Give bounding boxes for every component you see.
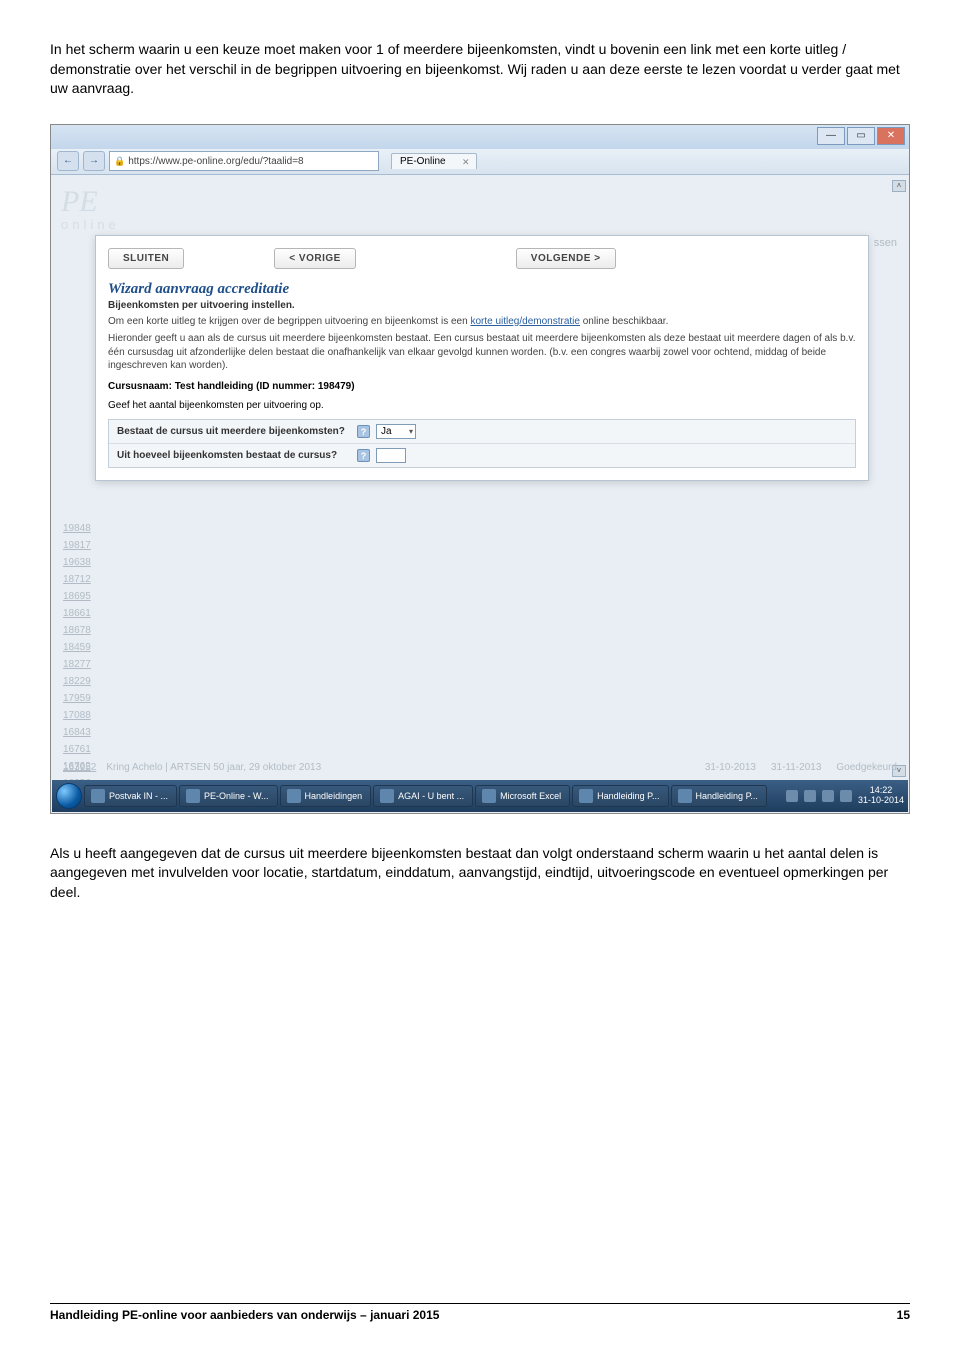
wizard-subtitle: Bijeenkomsten per uitvoering instellen.	[108, 300, 856, 311]
app-icon	[287, 789, 301, 803]
page-number: 15	[897, 1308, 910, 1322]
tray-icon[interactable]	[786, 790, 798, 802]
row1-label: Bestaat de cursus uit meerdere bijeenkom…	[117, 426, 357, 437]
taskbar-item[interactable]: Postvak IN - ...	[84, 785, 177, 807]
taskbar-item[interactable]: Microsoft Excel	[475, 785, 570, 807]
app-icon	[380, 789, 394, 803]
window-close-button[interactable]: ✕	[877, 127, 905, 145]
taskbar-item[interactable]: Handleiding P...	[671, 785, 767, 807]
wizard-instruction: Geef het aantal bijeenkomsten per uitvoe…	[108, 400, 856, 411]
intro-paragraph: In het scherm waarin u een keuze moet ma…	[50, 40, 910, 99]
volgende-button[interactable]: VOLGENDE >	[516, 248, 616, 269]
tab-title: PE-Online	[400, 156, 446, 167]
tab-close-icon[interactable]: ✕	[462, 157, 470, 168]
tray-icon[interactable]	[840, 790, 852, 802]
background-last-row: 163952 Kring Achelo | ARTSEN 50 jaar, 29…	[63, 762, 897, 773]
nav-forward-button[interactable]: →	[83, 151, 105, 171]
cursusnaam-row: Cursusnaam: Test handleiding (ID nummer:…	[108, 381, 856, 392]
meerdere-bijeenkomsten-select[interactable]: Ja ▾	[376, 424, 416, 439]
url-text: https://www.pe-online.org/edu/?taalid=8	[128, 156, 303, 167]
taskbar-clock[interactable]: 14:22 31-10-2014	[858, 786, 904, 806]
wizard-title: Wizard aanvraag accreditatie	[108, 281, 856, 298]
app-icon	[482, 789, 496, 803]
help-icon[interactable]: ?	[357, 425, 370, 438]
wizard-para-1: Om een korte uitleg te krijgen over de b…	[108, 315, 856, 329]
taskbar-item[interactable]: AGAI - U bent ...	[373, 785, 473, 807]
window-titlebar: — ▭ ✕	[51, 125, 909, 149]
form-row-aantal: Uit hoeveel bijeenkomsten bestaat de cur…	[109, 444, 855, 467]
form-row-meerdere: Bestaat de cursus uit meerdere bijeenkom…	[109, 420, 855, 444]
tray-icon[interactable]	[822, 790, 834, 802]
windows-taskbar: Postvak IN - ... PE-Online - W... Handle…	[52, 780, 908, 812]
window-minimize-button[interactable]: —	[817, 127, 845, 145]
footer-title: Handleiding PE-online voor aanbieders va…	[50, 1308, 439, 1322]
pe-brand-sub-watermark: online	[61, 217, 120, 232]
embedded-screenshot: — ▭ ✕ ← → 🔒 https://www.pe-online.org/ed…	[50, 124, 910, 814]
taskbar-item[interactable]: Handleiding P...	[572, 785, 668, 807]
wizard-para-2: Hieronder geeft u aan als de cursus uit …	[108, 332, 856, 373]
taskbar-item[interactable]: PE-Online - W...	[179, 785, 278, 807]
start-button[interactable]	[56, 783, 82, 809]
url-input[interactable]: 🔒 https://www.pe-online.org/edu/?taalid=…	[109, 151, 379, 171]
app-icon	[579, 789, 593, 803]
system-tray: 14:22 31-10-2014	[786, 786, 904, 806]
window-maximize-button[interactable]: ▭	[847, 127, 875, 145]
sluiten-button[interactable]: SLUITEN	[108, 248, 184, 269]
chevron-down-icon: ▾	[409, 427, 413, 436]
outro-paragraph: Als u heeft aangegeven dat de cursus uit…	[50, 844, 910, 903]
scroll-up-icon[interactable]: ˄	[892, 180, 906, 192]
browser-tab[interactable]: PE-Online ✕	[391, 153, 477, 169]
partial-word: ssen	[874, 237, 897, 249]
browser-address-bar: ← → 🔒 https://www.pe-online.org/edu/?taa…	[51, 149, 909, 175]
korte-uitleg-link[interactable]: korte uitleg/demonstratie	[470, 316, 580, 327]
aantal-bijeenkomsten-input[interactable]	[376, 448, 406, 463]
taskbar-item[interactable]: Handleidingen	[280, 785, 372, 807]
nav-back-button[interactable]: ←	[57, 151, 79, 171]
tray-icon[interactable]	[804, 790, 816, 802]
help-icon[interactable]: ?	[357, 449, 370, 462]
app-icon	[91, 789, 105, 803]
app-icon	[678, 789, 692, 803]
row2-label: Uit hoeveel bijeenkomsten bestaat de cur…	[117, 450, 357, 461]
lock-icon: 🔒	[114, 156, 125, 167]
vorige-button[interactable]: < VORIGE	[274, 248, 356, 269]
page-footer: Handleiding PE-online voor aanbieders va…	[50, 1303, 910, 1322]
pe-brand-watermark: PE	[61, 185, 98, 219]
form-box: Bestaat de cursus uit meerdere bijeenkom…	[108, 419, 856, 468]
wizard-modal: SLUITEN < VORIGE VOLGENDE > Wizard aanvr…	[95, 235, 869, 481]
app-icon	[186, 789, 200, 803]
